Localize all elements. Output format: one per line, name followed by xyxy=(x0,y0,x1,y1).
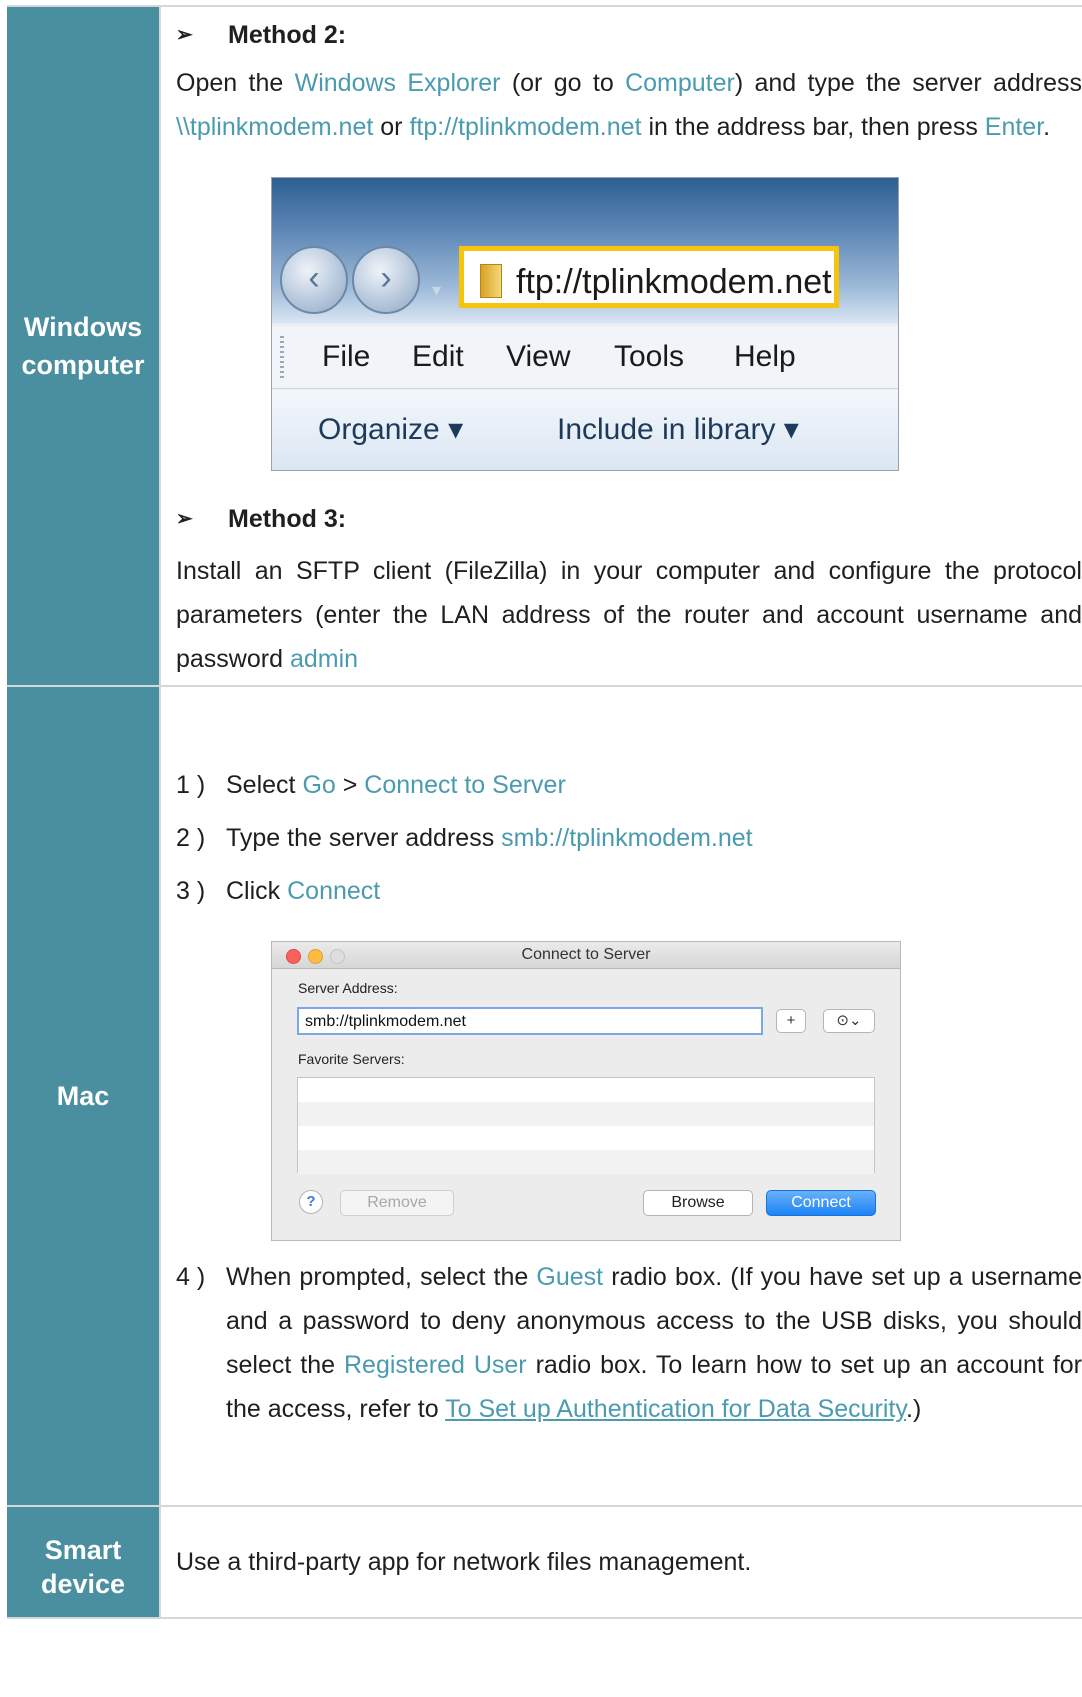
browse-button: Browse xyxy=(643,1190,753,1216)
recent-servers-button: ⊙⌄ xyxy=(823,1009,875,1033)
server-address-input: smb://tplinkmodem.net xyxy=(297,1007,763,1035)
access-methods-table: Windows computer ➢ Method 2: Open the Wi… xyxy=(7,5,1082,1619)
zoom-dot-icon xyxy=(330,949,345,964)
windows-label: Windows computer xyxy=(7,5,161,687)
mac-step-1: 1 ) Select Go > Connect to Server xyxy=(176,771,566,799)
windows-content: ➢ Method 2: Open the Windows Explorer (o… xyxy=(160,5,1082,687)
arrow-bullet-icon: ➢ xyxy=(176,508,193,530)
history-chevron-icon: ▾ xyxy=(432,280,442,300)
windows-row: Windows computer ➢ Method 2: Open the Wi… xyxy=(7,5,1082,687)
mac-label: Mac xyxy=(7,685,161,1507)
dialog-titlebar: Connect to Server xyxy=(272,942,900,969)
server-address-label: Server Address: xyxy=(298,980,398,996)
menu-tools: Tools xyxy=(614,340,685,373)
mac-connect-to-server-dialog: Connect to Server Server Address: smb://… xyxy=(271,941,901,1241)
mac-row: Mac 1 ) Select Go > Connect to Server 2 … xyxy=(7,685,1082,1507)
include-in-library-menu: Include in library ▾ xyxy=(557,413,799,446)
menu-view: View xyxy=(506,340,571,373)
folder-icon xyxy=(480,264,502,298)
help-icon: ? xyxy=(299,1190,323,1214)
method3-text: Install an SFTP client (FileZilla) in yo… xyxy=(176,557,1082,673)
method2-text: Open the Windows Explorer (or go to Comp… xyxy=(176,69,1082,141)
menu-edit: Edit xyxy=(412,340,464,373)
menu-file: File xyxy=(322,340,371,373)
remove-button: Remove xyxy=(340,1190,454,1216)
explorer-command-bar: Organize ▾ Include in library ▾ xyxy=(272,390,898,470)
smart-device-content: Use a third-party app for network files … xyxy=(160,1505,1082,1619)
arrow-bullet-icon: ➢ xyxy=(176,24,193,46)
favorite-servers-list xyxy=(297,1077,875,1174)
mac-content: 1 ) Select Go > Connect to Server 2 ) Ty… xyxy=(160,685,1082,1507)
minimize-dot-icon xyxy=(308,949,323,964)
authentication-link[interactable]: To Set up Authentication for Data Securi… xyxy=(445,1395,906,1423)
smart-device-label: Smart device xyxy=(7,1505,161,1619)
close-dot-icon xyxy=(286,949,301,964)
windows-explorer-screenshot: ‹ › ▾ ftp://tplinkmodem.net File Edit Vi… xyxy=(271,177,899,471)
connect-button: Connect xyxy=(766,1190,876,1216)
add-favorite-button: + xyxy=(776,1009,806,1033)
mac-step-2: 2 ) Type the server address smb://tplink… xyxy=(176,824,753,852)
smart-device-row: Smart device Use a third-party app for n… xyxy=(7,1505,1082,1619)
menu-help: Help xyxy=(734,340,796,373)
explorer-menu-bar: File Edit View Tools Help xyxy=(272,326,898,389)
back-arrow-icon: ‹ xyxy=(280,246,348,314)
mac-step-4: 4 ) When prompted, select the Guest radi… xyxy=(176,1263,1082,1423)
favorite-servers-label: Favorite Servers: xyxy=(298,1051,405,1067)
forward-arrow-icon: › xyxy=(352,246,420,314)
method3-heading: ➢ Method 3: xyxy=(176,497,1082,541)
explorer-address-bar: ftp://tplinkmodem.net xyxy=(459,246,839,308)
mac-step-3: 3 ) Click Connect xyxy=(176,877,381,905)
organize-menu: Organize ▾ xyxy=(318,413,464,446)
toolbar-grip-icon xyxy=(280,336,284,378)
method2-heading: ➢ Method 2: xyxy=(176,13,1082,57)
